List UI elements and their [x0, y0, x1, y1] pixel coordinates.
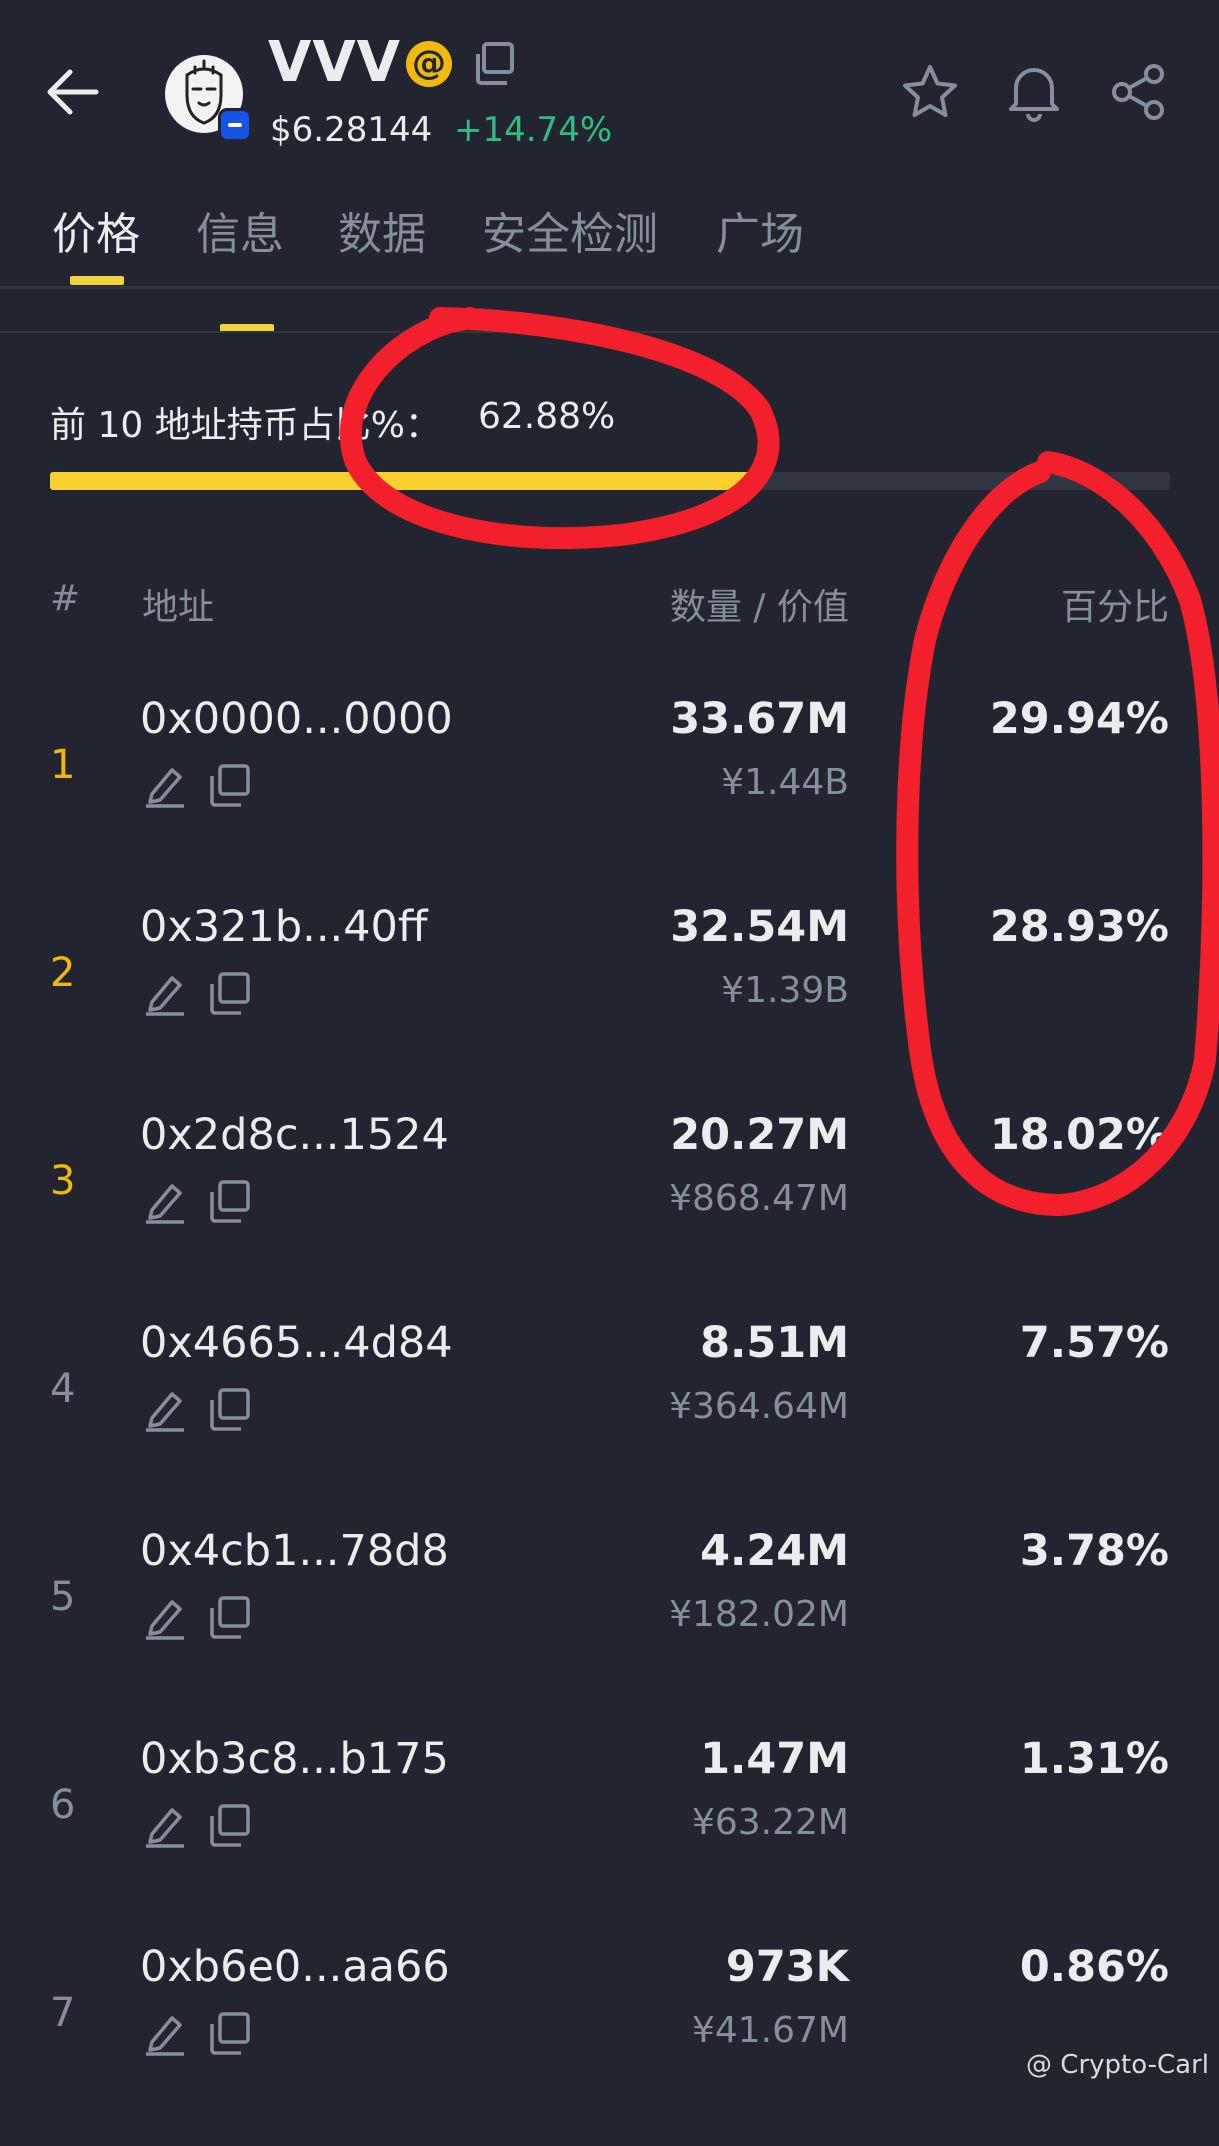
col-header-percent: 百分比 [1060, 587, 1169, 628]
row-percent: 18.02% [989, 1110, 1169, 1160]
row-rank: 6 [50, 1782, 76, 1828]
table-row[interactable]: 3 0x2d8c...1524 20.27M ¥868.47M 18.02% [0, 1106, 1219, 1314]
row-value: ¥1.44B [721, 762, 849, 803]
row-quantity: 20.27M [670, 1110, 849, 1160]
table-row[interactable]: 4 0x4665...4d84 8.51M ¥364.64M 7.57% [0, 1314, 1219, 1522]
table-row[interactable]: 5 0x4cb1...78d8 4.24M ¥182.02M 3.78% [0, 1522, 1219, 1730]
tab-data[interactable]: 数据 [338, 198, 426, 262]
top10-value: 62.88% [478, 396, 616, 437]
back-arrow-icon[interactable] [44, 66, 100, 118]
copy-icon[interactable] [206, 1594, 252, 1640]
copy-icon[interactable] [206, 2010, 252, 2056]
table-row[interactable]: 2 0x321b...40ff 32.54M ¥1.39B 28.93% [0, 898, 1219, 1106]
star-icon[interactable] [900, 62, 960, 122]
tabs-divider [0, 286, 1219, 289]
subtab-divider [0, 331, 1219, 333]
share-icon[interactable] [1108, 62, 1168, 122]
at-badge-icon[interactable]: @ [406, 41, 452, 87]
row-address[interactable]: 0xb3c8...b175 [140, 1734, 449, 1784]
row-address[interactable]: 0x4cb1...78d8 [140, 1526, 449, 1576]
row-address[interactable]: 0x321b...40ff [140, 902, 428, 952]
token-price: $6.28144 [270, 110, 433, 150]
col-header-qty-value: 数量 / 价值 [669, 587, 849, 628]
row-percent: 28.93% [989, 902, 1169, 952]
price-change: +14.74% [454, 110, 613, 150]
top10-progress-bar [50, 472, 1170, 490]
bell-icon[interactable] [1004, 60, 1064, 122]
tab-square[interactable]: 广场 [716, 198, 804, 262]
row-quantity: 4.24M [700, 1526, 849, 1576]
copy-icon[interactable] [206, 1386, 252, 1432]
row-value: ¥364.64M [669, 1386, 849, 1427]
table-row[interactable]: 1 0x0000...0000 33.67M ¥1.44B 29.94% [0, 690, 1219, 898]
edit-icon[interactable] [142, 762, 188, 808]
copy-icon[interactable] [206, 762, 252, 808]
row-quantity: 8.51M [700, 1318, 849, 1368]
row-value: ¥868.47M [669, 1178, 849, 1219]
row-quantity: 33.67M [670, 694, 849, 744]
row-rank: 5 [50, 1574, 76, 1620]
row-value: ¥182.02M [669, 1594, 849, 1635]
tab-security[interactable]: 安全检测 [482, 198, 658, 262]
row-value: ¥63.22M [691, 1802, 849, 1843]
row-rank: 4 [50, 1366, 76, 1412]
row-rank: 7 [50, 1990, 76, 2036]
row-quantity: 973K [725, 1942, 849, 1992]
row-address[interactable]: 0x2d8c...1524 [140, 1110, 449, 1160]
row-percent: 7.57% [1019, 1318, 1169, 1368]
row-address[interactable]: 0x0000...0000 [140, 694, 453, 744]
coin-name: VVV [268, 30, 402, 95]
row-address[interactable]: 0x4665...4d84 [140, 1318, 453, 1368]
edit-icon[interactable] [142, 1178, 188, 1224]
edit-icon[interactable] [142, 1594, 188, 1640]
row-value: ¥1.39B [721, 970, 849, 1011]
watermark: @ Crypto-Carl [1026, 2050, 1209, 2080]
top10-progress-fill [50, 472, 755, 490]
row-quantity: 32.54M [670, 902, 849, 952]
edit-icon[interactable] [142, 1386, 188, 1432]
edit-icon[interactable] [142, 2010, 188, 2056]
table-row[interactable]: 6 0xb3c8...b175 1.47M ¥63.22M 1.31% [0, 1730, 1219, 1938]
edit-icon[interactable] [142, 1802, 188, 1848]
row-percent: 3.78% [1019, 1526, 1169, 1576]
col-header-address: 地址 [142, 587, 215, 628]
row-rank: 2 [50, 950, 76, 996]
row-rank: 3 [50, 1158, 76, 1204]
copy-icon[interactable] [206, 1178, 252, 1224]
top10-label: 前 10 地址持币占比%： [50, 405, 441, 446]
row-percent: 29.94% [989, 694, 1169, 744]
tab-price[interactable]: 价格 [52, 198, 140, 262]
tab-indicator [70, 276, 124, 285]
row-address[interactable]: 0xb6e0...aa66 [140, 1942, 450, 1992]
row-percent: 1.31% [1019, 1734, 1169, 1784]
chain-badge-icon [218, 108, 252, 142]
edit-icon[interactable] [142, 970, 188, 1016]
row-value: ¥41.67M [691, 2010, 849, 2051]
copy-icon[interactable] [206, 970, 252, 1016]
row-quantity: 1.47M [700, 1734, 849, 1784]
table-row[interactable]: 7 0xb6e0...aa66 973K ¥41.67M 0.86% [0, 1938, 1219, 2146]
tab-info[interactable]: 信息 [196, 198, 284, 262]
row-rank: 1 [50, 742, 76, 788]
row-percent: 0.86% [1019, 1942, 1169, 1992]
col-header-rank: # [50, 578, 81, 619]
copy-icon[interactable] [470, 40, 518, 88]
copy-icon[interactable] [206, 1802, 252, 1848]
